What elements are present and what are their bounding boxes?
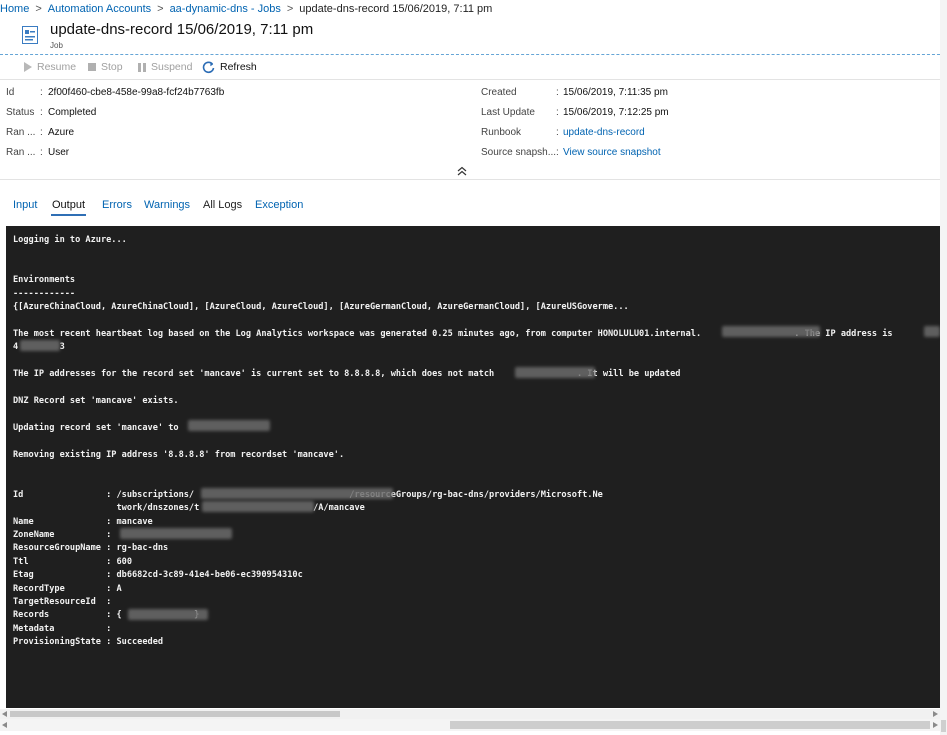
tab-all-logs[interactable]: All Logs [202, 196, 243, 214]
essentials-colon: : [556, 87, 559, 98]
tab-input[interactable]: Input [12, 196, 38, 214]
essentials-id: Id : 2f00f460-cbe8-458e-99a8-fcf24b7763f… [6, 85, 466, 101]
essentials-created: Created : 15/06/2019, 7:11:35 pm [481, 85, 921, 101]
essentials-colon: : [40, 87, 43, 98]
breadcrumb-separator: > [157, 3, 164, 15]
resume-button[interactable]: Resume [24, 56, 76, 78]
essentials-colon: : [556, 107, 559, 118]
divider [0, 179, 944, 180]
view-source-snapshot-link[interactable]: View source snapshot [563, 145, 661, 161]
page-subtitle: Job [50, 41, 63, 50]
essentials-source-snapshot: Source snapsh... : View source snapshot [481, 145, 921, 161]
essentials-key: Last Update [481, 107, 535, 118]
scrollbar-thumb[interactable] [10, 711, 340, 717]
essentials-colon: : [556, 147, 559, 158]
stop-label: Stop [101, 61, 123, 73]
breadcrumb-separator: > [286, 3, 294, 15]
essentials-key: Status [6, 107, 35, 118]
tab-warnings[interactable]: Warnings [143, 196, 191, 214]
essentials-key: Ran ... [6, 147, 36, 158]
breadcrumb-automation-accounts[interactable]: Automation Accounts [48, 0, 151, 18]
breadcrumb: Home > Automation Accounts > aa-dynamic-dns … [0, 0, 947, 18]
scrollbar-thumb[interactable] [941, 720, 946, 732]
blade-header: update-dns-record 15/06/2019, 7:11 pm Jo… [0, 18, 947, 54]
suspend-button[interactable]: Suspend [138, 56, 192, 78]
resume-label: Resume [37, 61, 77, 73]
stop-icon [88, 63, 96, 71]
last-update-value: 15/06/2019, 7:12:25 pm [563, 107, 669, 118]
essentials-key: Id [6, 87, 15, 98]
essentials-ran-on: Ran ... : Azure [6, 125, 466, 141]
status-value: Completed [48, 107, 97, 118]
job-icon [22, 26, 38, 44]
essentials-runbook: Runbook : update-dns-record [481, 125, 921, 141]
tab-exception[interactable]: Exception [254, 196, 304, 214]
essentials-key: Created [481, 87, 517, 98]
page-vertical-scrollbar[interactable] [940, 0, 947, 735]
scroll-right-icon[interactable] [933, 722, 938, 728]
suspend-label: Suspend [151, 61, 193, 73]
redacted-area [188, 420, 270, 431]
scroll-left-icon[interactable] [2, 722, 7, 728]
essentials-ran-by: Ran ... : User [6, 145, 466, 161]
runbook-link[interactable]: update-dns-record [563, 125, 645, 141]
console-text: Logging in to Azure... Environments ----… [13, 235, 893, 648]
scroll-right-icon[interactable] [933, 711, 938, 717]
breadcrumb-home[interactable]: Home [0, 0, 29, 18]
page-title: update-dns-record 15/06/2019, 7:11 pm [50, 21, 314, 38]
refresh-button[interactable]: Refresh [202, 56, 257, 78]
breadcrumb-jobs[interactable]: aa-dynamic-dns - Jobs [170, 0, 281, 18]
redacted-area [128, 609, 208, 620]
breadcrumb-current: update-dns-record 15/06/2019, 7:11 pm [299, 3, 493, 15]
tab-errors[interactable]: Errors [101, 196, 133, 214]
essentials-key: Runbook [481, 127, 522, 138]
redacted-area [515, 367, 595, 378]
redacted-area [201, 488, 393, 499]
essentials-colon: : [556, 127, 559, 138]
command-bar: Resume Stop Suspend Refresh [0, 56, 940, 78]
tab-output[interactable]: Output [51, 196, 87, 216]
scroll-left-icon[interactable] [2, 711, 7, 717]
essentials-key: Source snapsh... [481, 147, 557, 158]
output-tabs: Input Output Errors Warnings All Logs Ex… [0, 196, 940, 216]
stop-button[interactable]: Stop [88, 56, 123, 78]
play-icon [24, 62, 32, 72]
ran-on-value: Azure [48, 127, 75, 138]
console-horizontal-scrollbar[interactable] [0, 709, 940, 719]
divider [0, 79, 944, 80]
redacted-area [924, 326, 940, 337]
created-value: 15/06/2019, 7:11:35 pm [563, 87, 668, 98]
essentials-colon: : [40, 147, 43, 158]
collapse-chevron-icon[interactable] [455, 165, 469, 177]
essentials-key: Ran ... [6, 127, 36, 138]
refresh-icon [202, 61, 215, 73]
essentials-colon: : [40, 127, 43, 138]
essentials-status: Status : Completed [6, 105, 466, 121]
scrollbar-thumb[interactable] [450, 721, 930, 729]
refresh-label: Refresh [220, 61, 257, 73]
redacted-area [20, 340, 60, 351]
pause-icon [138, 62, 146, 72]
output-console[interactable]: Logging in to Azure... Environments ----… [6, 226, 940, 708]
page-horizontal-scrollbar[interactable] [0, 719, 940, 731]
selection-guide [0, 54, 945, 55]
redacted-area [120, 528, 232, 539]
redacted-area [202, 501, 314, 512]
essentials-last-update: Last Update : 15/06/2019, 7:12:25 pm [481, 105, 921, 121]
ran-by-value: User [48, 147, 70, 158]
breadcrumb-separator: > [35, 3, 42, 15]
job-id-value: 2f00f460-cbe8-458e-99a8-fcf24b7763fb [48, 87, 225, 98]
essentials-colon: : [40, 107, 43, 118]
redacted-area [722, 326, 820, 337]
